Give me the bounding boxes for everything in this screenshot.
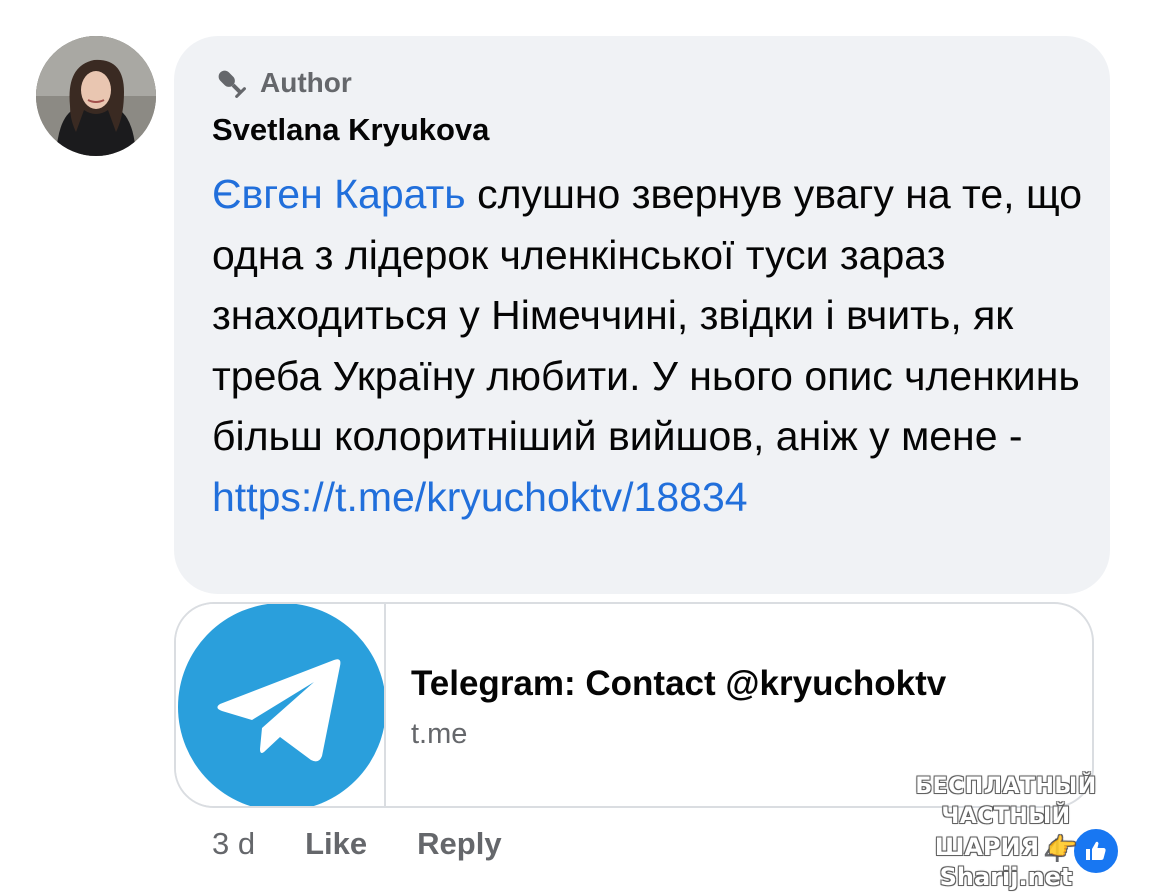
author-name[interactable]: Svetlana Kryukova [212,112,489,148]
comment-actions: 3 d Like Reply [212,826,502,862]
comment-bubble: Author Svetlana Kryukova Євген Карать сл… [174,36,1110,594]
microphone-icon [212,64,250,102]
telegram-icon [178,604,384,806]
watermark: БЕСПЛАТНЫЙ ЧАСТНЫЙ ШАРИЯ 👉 Sharij.net [866,772,1146,892]
preview-thumbnail [176,604,386,806]
mention-link[interactable]: Євген Карать [212,171,466,217]
author-badge-label: Author [260,67,352,98]
watermark-line-1: БЕСПЛАТНЫЙ ЧАСТНЫЙ [915,774,1097,829]
preview-title[interactable]: Telegram: Contact @kryuchoktv [411,664,946,704]
like-button[interactable]: Like [305,826,367,862]
comment-text: Євген Карать слушно звернув увагу на те,… [212,164,1092,527]
reply-button[interactable]: Reply [417,826,501,862]
preview-domain: t.me [411,718,468,750]
avatar[interactable] [36,36,156,156]
watermark-line-2: ШАРИЯ 👉 Sharij.net [934,833,1078,891]
comment-link[interactable]: https://t.me/kryuchoktv/18834 [212,474,748,520]
author-badge: Author [212,64,352,102]
comment-timestamp[interactable]: 3 d [212,826,255,862]
